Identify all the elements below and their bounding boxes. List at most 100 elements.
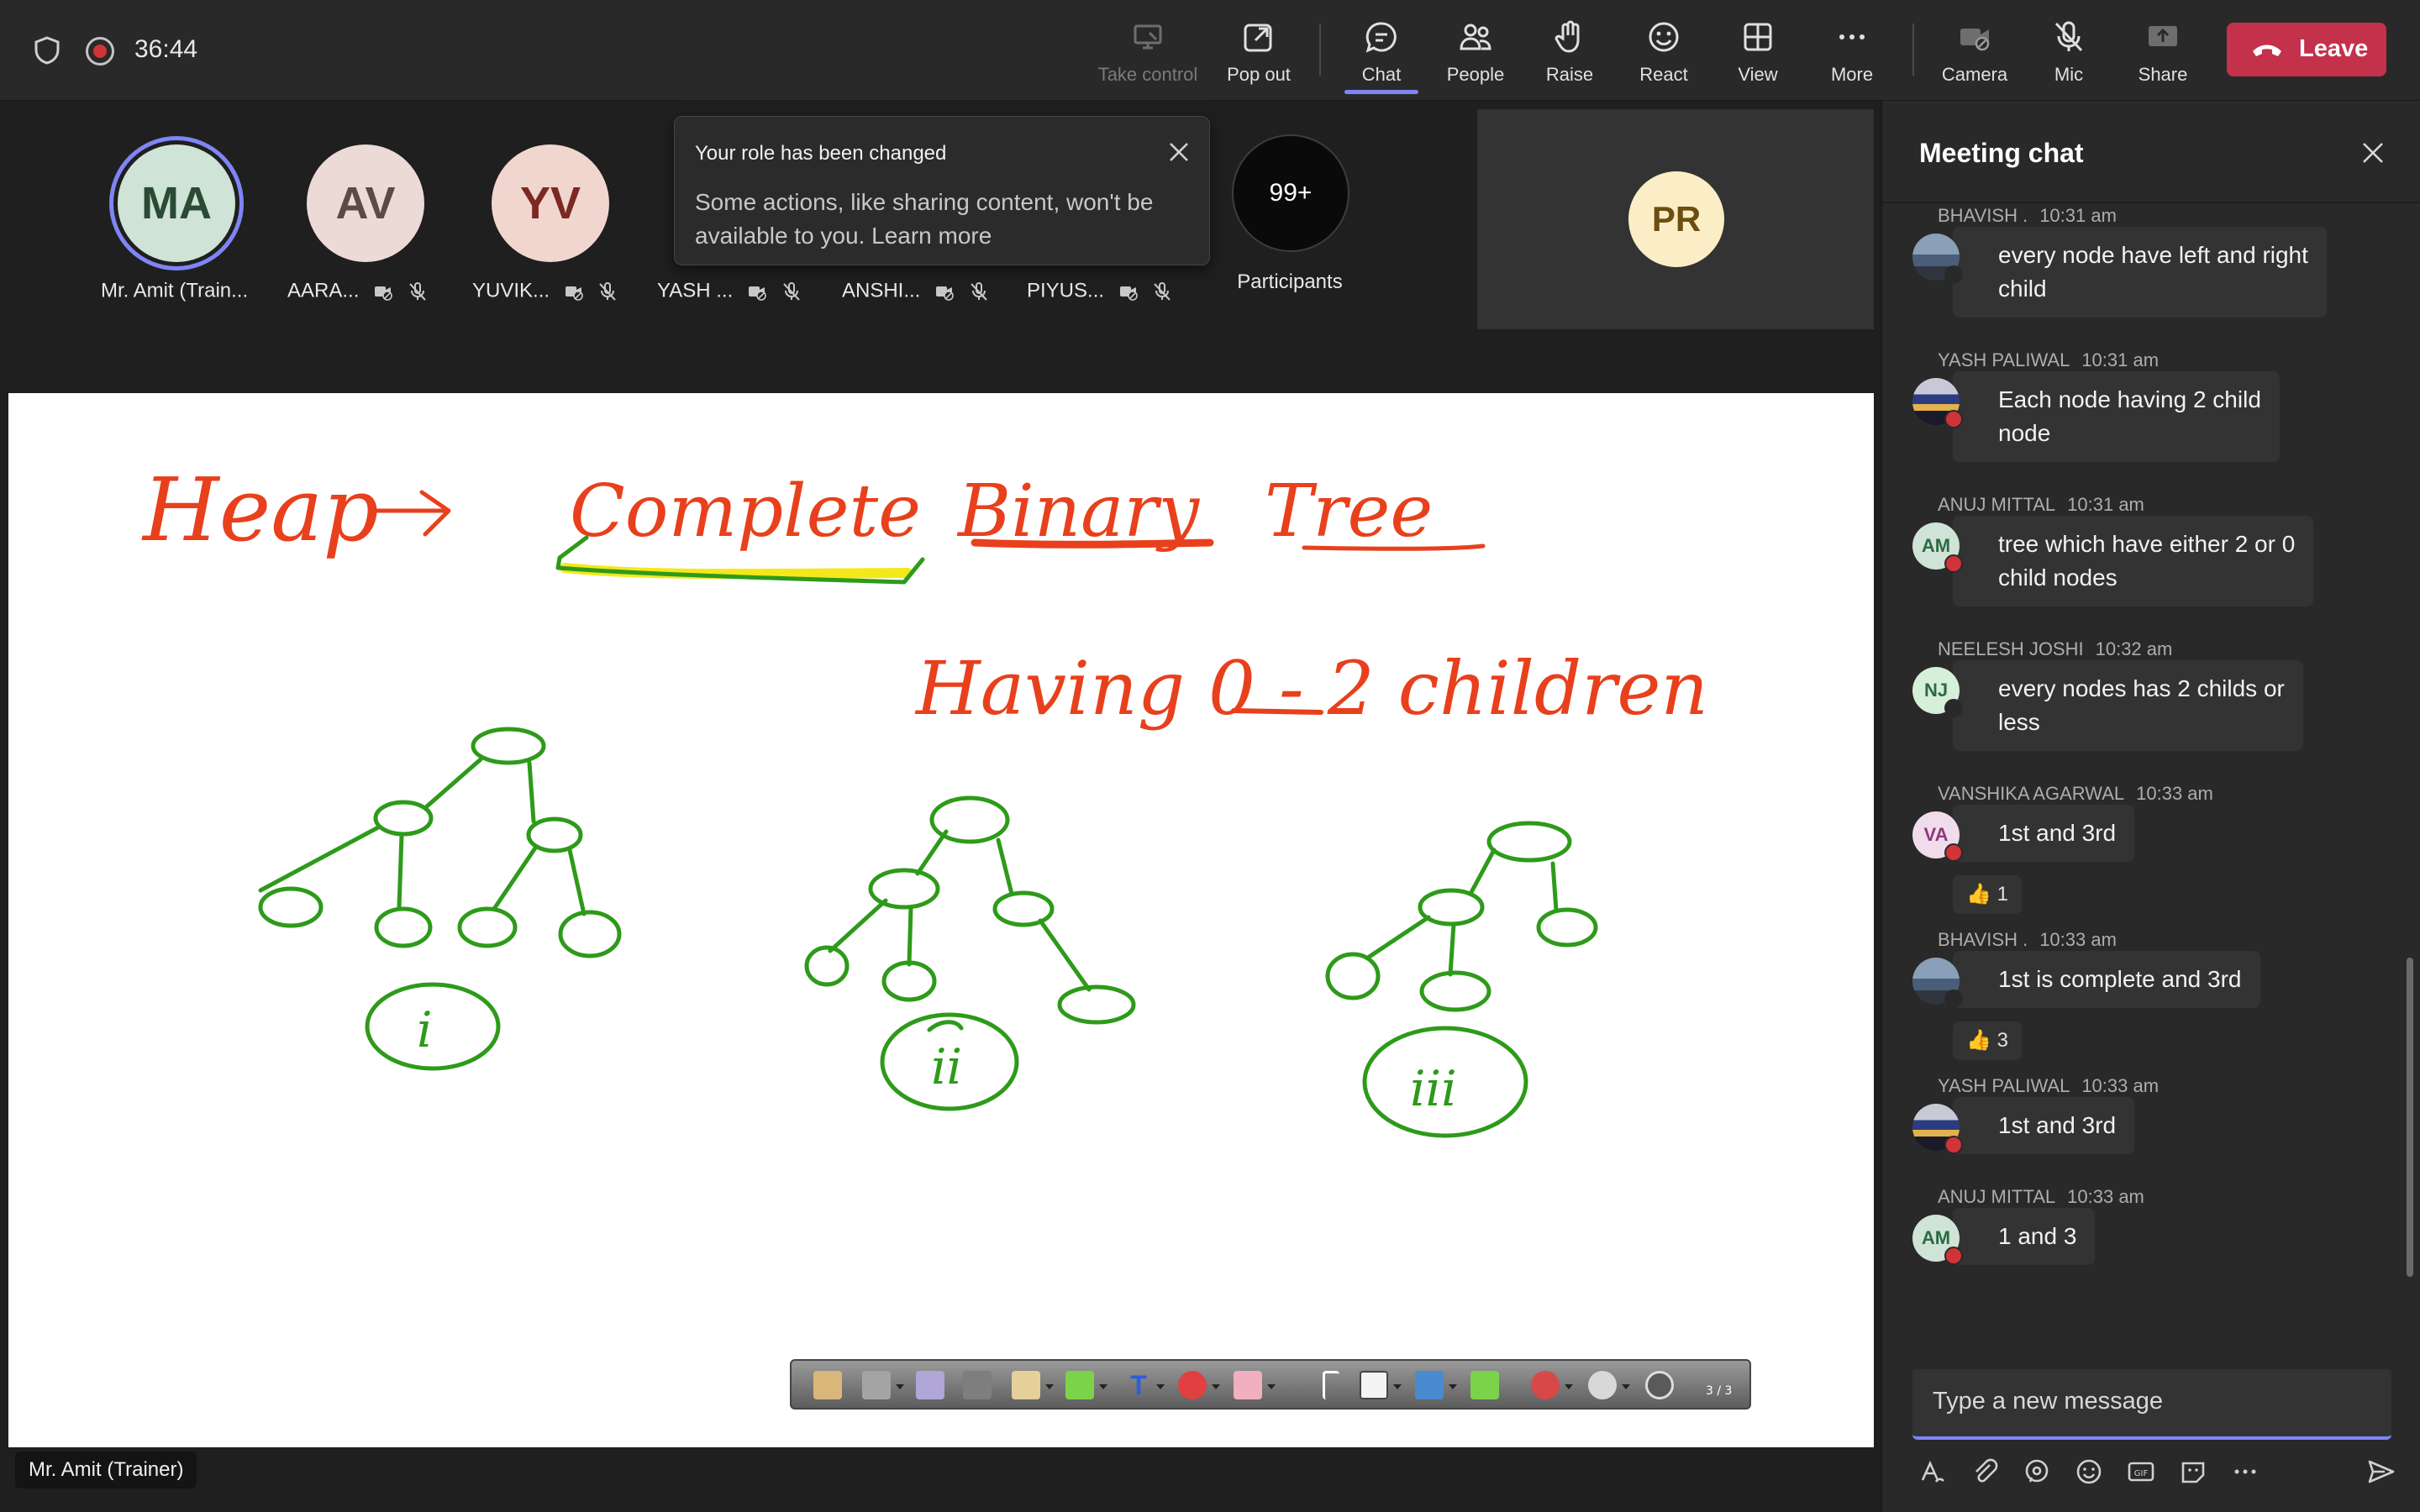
webcam-tool-icon[interactable] [1588, 1371, 1617, 1399]
gear-icon[interactable] [1645, 1371, 1674, 1399]
message-line: 1st and 3rd [1998, 820, 2117, 846]
chevron-down-icon[interactable] [896, 1384, 904, 1389]
message-meta: YASH PALIWAL 10:31 am [1938, 349, 2159, 371]
smiley-icon [1649, 22, 1679, 52]
sender-name: ANUJ MITTAL [1938, 1186, 2056, 1207]
chevron-down-icon[interactable] [1267, 1384, 1276, 1389]
sticker-icon[interactable] [2178, 1457, 2208, 1487]
message-bubble[interactable]: Each node having 2 child node [1953, 371, 2280, 462]
message-time: 10:32 am [2095, 638, 2173, 659]
format-icon[interactable] [1918, 1457, 1948, 1487]
message-bubble[interactable]: every nodes has 2 childs or less [1953, 660, 2303, 751]
message-meta: NEELESH JOSHI 10:32 am [1938, 638, 2172, 660]
camera-label: Camera [1941, 64, 2008, 85]
tree-label-1: i [417, 1001, 433, 1058]
message-bubble[interactable]: 1st is complete and 3rd [1953, 951, 2260, 1008]
pointer-tool-icon[interactable] [1323, 1371, 1339, 1399]
highlighter-tool-icon[interactable] [1065, 1371, 1094, 1399]
participant-name-text: PIYUS... [1027, 279, 1105, 302]
share-button[interactable]: Share [2112, 15, 2213, 91]
avatar: VA [1912, 811, 1963, 862]
participant-name: YASH ... [657, 279, 834, 303]
gif-icon[interactable]: GIF [2126, 1457, 2156, 1487]
reaction-badge[interactable]: 👍 3 [1953, 1021, 2022, 1060]
pop-out-button[interactable]: Pop out [1208, 15, 1309, 91]
heading-complete: Complete [570, 470, 921, 554]
more-options-icon[interactable] [2230, 1457, 2260, 1487]
participant-name-text: ANSHI... [842, 279, 921, 302]
chat-label: Chat [1361, 64, 1402, 85]
text-tool-icon[interactable]: T [1124, 1371, 1153, 1399]
participant-tile[interactable]: YV YUVIK... [462, 131, 639, 302]
pencil-tool-icon[interactable] [1012, 1371, 1040, 1399]
people-button[interactable]: People [1425, 15, 1526, 91]
message-line: 1st is complete and 3rd [1998, 966, 2242, 992]
loop-icon[interactable] [2022, 1457, 2052, 1487]
reaction-badge[interactable]: 👍 1 [1953, 875, 2022, 914]
note-having-children: Having 0 - 2 children [914, 645, 1708, 732]
eraser-board-icon[interactable] [963, 1371, 992, 1399]
sender-name: BHAVISH . [1938, 929, 2028, 950]
participant-name-text: YASH ... [657, 279, 734, 302]
chevron-down-icon[interactable] [1156, 1384, 1165, 1389]
avatar [1912, 378, 1963, 428]
chevron-down-icon[interactable] [1622, 1384, 1630, 1389]
participant-tile[interactable]: AV AARA... [277, 131, 454, 302]
record-tool-icon[interactable] [1531, 1371, 1560, 1399]
camera-off-icon [1119, 286, 1138, 301]
raise-hand-button[interactable]: Raise [1519, 15, 1620, 91]
chevron-down-icon[interactable] [1393, 1384, 1402, 1389]
emoji-icon[interactable] [2074, 1457, 2104, 1487]
attach-icon[interactable] [1970, 1457, 2000, 1487]
color-tool-icon[interactable] [1178, 1371, 1207, 1399]
notification-body[interactable]: Some actions, like sharing content, won'… [695, 186, 1165, 253]
people-icon [1460, 24, 1491, 50]
chat-button[interactable]: Chat [1331, 15, 1432, 94]
layers-tool-icon[interactable] [916, 1371, 944, 1399]
compose-box[interactable] [1912, 1369, 2391, 1440]
pinned-participant-tile[interactable]: PR [1477, 109, 1874, 329]
toolbar-divider [1319, 24, 1321, 76]
chat-scrollbar[interactable] [2407, 958, 2413, 1277]
meeting-toolbar: 36:44 Take control Pop out Chat People R… [0, 0, 2420, 101]
message-bubble[interactable]: tree which have either 2 or 0 child nodes [1953, 516, 2314, 606]
message-bubble[interactable]: 1st and 3rd [1953, 1097, 2135, 1154]
chevron-down-icon[interactable] [1565, 1384, 1573, 1389]
chevron-down-icon[interactable] [1045, 1384, 1054, 1389]
react-button[interactable]: React [1613, 15, 1714, 91]
chevron-down-icon[interactable] [1099, 1384, 1107, 1389]
presence-offline-icon [1944, 265, 1963, 284]
close-icon[interactable] [2361, 141, 2385, 165]
share-label: Share [2138, 64, 2188, 85]
people-label: People [1446, 64, 1505, 85]
participant-tile[interactable]: MA Mr. Amit (Train... [0, 131, 248, 302]
mic-off-icon [1154, 281, 1171, 301]
participants-overflow-button[interactable]: 99+ [1232, 134, 1349, 252]
message-bubble[interactable]: 1st and 3rd [1953, 805, 2135, 862]
send-icon[interactable] [2366, 1457, 2396, 1487]
hammer-tool-icon[interactable] [1415, 1371, 1444, 1399]
message-input[interactable] [1933, 1388, 2370, 1415]
message-line: child [1998, 276, 2047, 302]
message-bubble[interactable]: every node have left and right child [1953, 227, 2327, 318]
avatar [1912, 1104, 1963, 1154]
eraser-tool-icon[interactable] [1234, 1371, 1262, 1399]
more-button[interactable]: More [1802, 15, 1902, 91]
shape-tool-icon[interactable] [1470, 1371, 1499, 1399]
sender-name: YASH PALIWAL [1938, 1075, 2070, 1096]
leave-button[interactable]: Leave [2227, 23, 2386, 76]
capture-tool-icon[interactable] [862, 1371, 891, 1399]
avatar-initials: VA [1923, 824, 1949, 845]
view-button[interactable]: View [1707, 15, 1808, 91]
whiteboard-bg-icon[interactable] [1360, 1371, 1388, 1399]
select-tool-icon[interactable] [813, 1371, 842, 1399]
mic-button[interactable]: Mic [2018, 15, 2119, 91]
take-control-button[interactable]: Take control [1097, 15, 1198, 91]
tree-diagram-3 [1325, 821, 1598, 1138]
page-indicator: 3 / 3 [1706, 1384, 1733, 1398]
close-icon[interactable] [1167, 140, 1191, 164]
chevron-down-icon[interactable] [1449, 1384, 1457, 1389]
message-bubble[interactable]: 1 and 3 [1953, 1208, 2096, 1265]
camera-button[interactable]: Camera [1924, 15, 2025, 91]
chevron-down-icon[interactable] [1212, 1384, 1220, 1389]
